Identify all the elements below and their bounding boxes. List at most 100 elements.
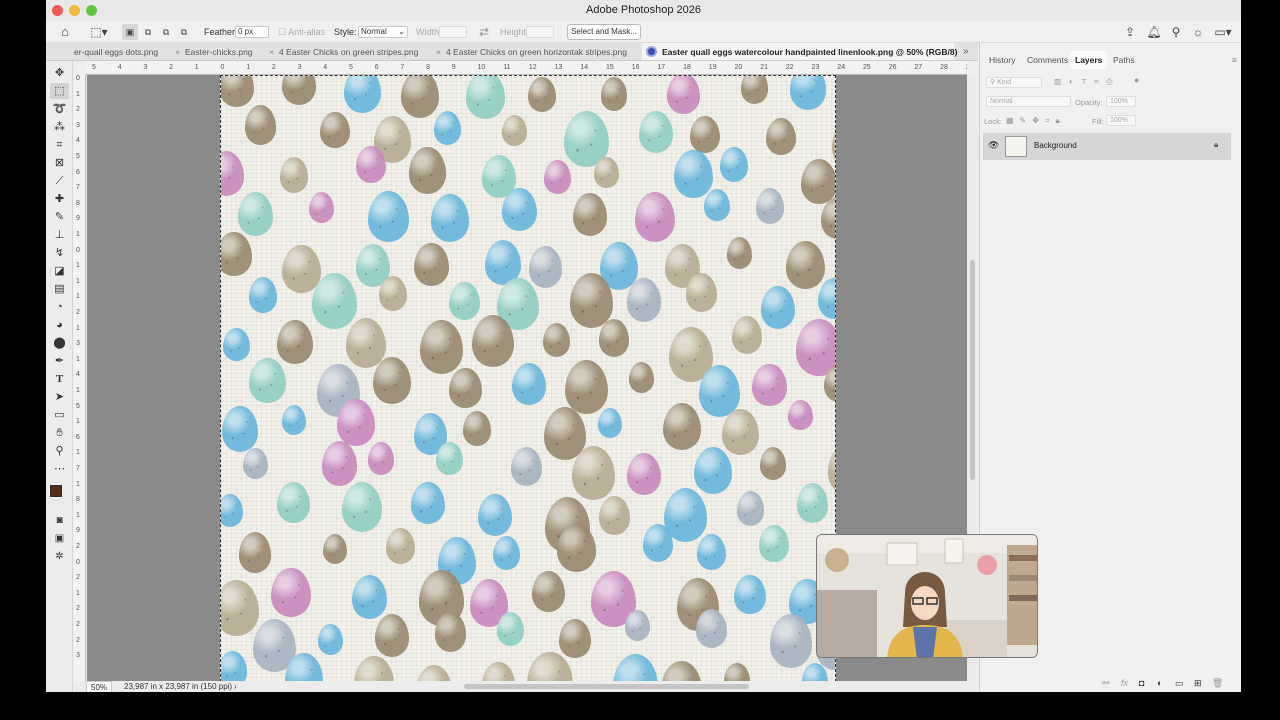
clone-stamp-icon[interactable]: ⊥ — [50, 227, 69, 243]
brush-tool-icon[interactable]: ✎ — [50, 209, 69, 225]
horizontal-scrollbar[interactable] — [464, 684, 749, 689]
quick-mask-icon[interactable]: ◙ — [50, 513, 69, 529]
quail-egg-shape — [354, 655, 394, 682]
foreground-color-swatch[interactable] — [50, 485, 62, 497]
delete-layer-icon[interactable]: 🗑︎ — [1212, 678, 1223, 689]
ruler-tick-label: 8 — [76, 496, 80, 504]
filter-toggle-icon[interactable]: ● — [1134, 75, 1139, 85]
generative-icon[interactable]: ✲ — [50, 549, 69, 565]
swap-arrows-icon[interactable]: ⇄ — [476, 24, 492, 40]
magic-wand-icon[interactable]: ⁂ — [50, 119, 69, 135]
blur-tool-icon[interactable]: ◔ — [50, 299, 69, 315]
document-canvas[interactable] — [220, 75, 836, 682]
lasso-tool-icon[interactable]: ➰ — [50, 101, 69, 117]
quail-egg-shape — [674, 149, 713, 198]
zoom-level[interactable]: 50% — [86, 681, 113, 692]
layer-row-background[interactable]: 👁︎ Background 🔒︎ — [983, 133, 1231, 160]
anti-alias-checkbox[interactable]: ☐ Anti-alias — [278, 21, 325, 43]
tab-chicks-horizontal-stripes[interactable]: × 4 Easter Chicks on green horizontak str… — [432, 43, 642, 60]
type-tool-icon[interactable]: T — [50, 371, 69, 387]
frame-tool-icon[interactable]: ⊠ — [50, 155, 69, 171]
style-select[interactable]: Normal ⌄ — [358, 26, 408, 38]
collapse-panels-icon[interactable]: » — [963, 46, 969, 57]
lock-options-icons[interactable]: ▦✎✥⌗🔒︎ — [1006, 116, 1066, 126]
dodge-tool-icon[interactable]: ◕ — [50, 317, 69, 333]
quail-egg-shape — [817, 278, 835, 320]
hand-tool-icon[interactable]: ✋︎ — [50, 425, 69, 441]
screen-mode-icon[interactable]: ▣ — [50, 531, 69, 547]
history-brush-icon[interactable]: ↯ — [50, 245, 69, 261]
eye-icon[interactable]: 👁︎ — [988, 140, 999, 151]
close-icon[interactable]: × — [269, 47, 274, 57]
select-and-mask-button[interactable]: Select and Mask... — [567, 24, 641, 40]
quail-egg-shape — [761, 286, 796, 329]
search-icon[interactable]: ⚲ — [1168, 24, 1184, 40]
tab-layers[interactable]: Layers — [1070, 51, 1108, 69]
marquee-tool-icon[interactable]: ⬚ — [50, 83, 69, 99]
fill-input[interactable]: 100% — [1106, 115, 1136, 126]
ruler-tick-label: 4 — [76, 137, 80, 145]
ruler-tick-label: 3 — [76, 340, 80, 348]
more-tools-icon[interactable]: ⋯ — [50, 461, 69, 477]
eraser-tool-icon[interactable]: ◪ — [50, 263, 69, 279]
quail-egg-shape — [626, 278, 662, 322]
gradient-tool-icon[interactable]: ▤ — [50, 281, 69, 297]
layers-footer: ⚯ fx ◘ ◐ ▭ ⊞ 🗑︎ — [980, 676, 1241, 692]
healing-brush-icon[interactable]: ✚ — [50, 191, 69, 207]
ruler-tick-label: 6 — [76, 433, 80, 441]
layer-filter-icons[interactable]: ▨◐T⌗⎙ — [1054, 77, 1120, 87]
home-icon[interactable]: ⌂ — [57, 24, 73, 40]
workspace-icon[interactable]: ▭▾ — [1212, 24, 1234, 40]
pen-tool-icon[interactable]: ✒ — [50, 353, 69, 369]
fx-icon[interactable]: fx — [1121, 678, 1128, 688]
adjustment-layer-icon[interactable]: ◐ — [1157, 678, 1162, 688]
close-icon[interactable]: × — [436, 47, 441, 57]
width-input[interactable] — [439, 26, 467, 38]
kind-filter[interactable]: ⚲ Kind — [986, 77, 1042, 88]
tab-chicks-green-stripes[interactable]: × 4 Easter Chicks on green stripes.png — [265, 43, 430, 60]
close-icon[interactable] — [646, 46, 657, 57]
lightbulb-icon[interactable]: ☼ — [1190, 24, 1206, 40]
tab-history[interactable]: History — [984, 51, 1020, 69]
link-layers-icon[interactable]: ⚯ — [1102, 678, 1110, 689]
tab-easter-chicks[interactable]: × Easter-chicks.png — [171, 43, 265, 60]
new-selection-icon[interactable]: ▣ — [122, 24, 138, 40]
tab-comments[interactable]: Comments — [1022, 51, 1073, 69]
zoom-window-button[interactable] — [86, 5, 97, 16]
minimize-window-button[interactable] — [69, 5, 80, 16]
close-window-button[interactable] — [52, 5, 63, 16]
ruler-tick-label: 26 — [888, 64, 897, 71]
scrollbar-thumb[interactable] — [970, 260, 975, 480]
panel-menu-icon[interactable]: ≡ — [1227, 51, 1241, 69]
path-selection-icon[interactable]: ➤ — [50, 389, 69, 405]
new-group-icon[interactable]: ▭ — [1175, 678, 1184, 689]
quail-egg-shape — [223, 327, 250, 362]
bell-icon[interactable]: 🔔︎ — [1146, 24, 1162, 40]
height-input[interactable] — [526, 26, 554, 38]
rectangular-marquee-icon[interactable]: ⬚▾ — [86, 24, 112, 40]
sponge-tool-icon[interactable]: ⬤ — [50, 335, 69, 351]
tab-quail-linenlook[interactable]: Easter quail eggs watercolour handpainte… — [642, 43, 957, 60]
tab-paths[interactable]: Paths — [1108, 51, 1140, 69]
add-selection-icon[interactable]: ⧉ — [140, 24, 156, 40]
add-mask-icon[interactable]: ◘ — [1139, 678, 1144, 688]
ruler-tick-label: 20 — [734, 64, 743, 71]
opacity-input[interactable]: 100% — [1106, 96, 1136, 107]
quail-egg-shape — [769, 614, 813, 668]
crop-tool-icon[interactable]: ⌗ — [50, 137, 69, 153]
blend-mode-select[interactable]: Normal — [986, 96, 1071, 107]
tab-quail-dots[interactable]: er-quail eggs dots.png — [46, 43, 171, 60]
share-icon[interactable]: ⇪ — [1122, 24, 1138, 40]
feather-input[interactable]: 0 px — [235, 26, 269, 38]
new-layer-icon[interactable]: ⊞ — [1194, 678, 1202, 689]
ruler-tick-label: 11 — [503, 64, 511, 71]
zoom-tool-icon[interactable]: ⚲ — [50, 443, 69, 459]
move-tool-icon[interactable]: ✥ — [50, 65, 69, 81]
status-arrow[interactable]: › — [234, 681, 237, 692]
subtract-selection-icon[interactable]: ⧉ — [158, 24, 174, 40]
rectangle-tool-icon[interactable]: ▭ — [50, 407, 69, 423]
intersect-selection-icon[interactable]: ⧉ — [176, 24, 192, 40]
close-icon[interactable]: × — [175, 47, 180, 57]
eyedropper-icon[interactable]: ⟋ — [50, 173, 69, 189]
ruler-tick-label: 3 — [297, 64, 302, 71]
